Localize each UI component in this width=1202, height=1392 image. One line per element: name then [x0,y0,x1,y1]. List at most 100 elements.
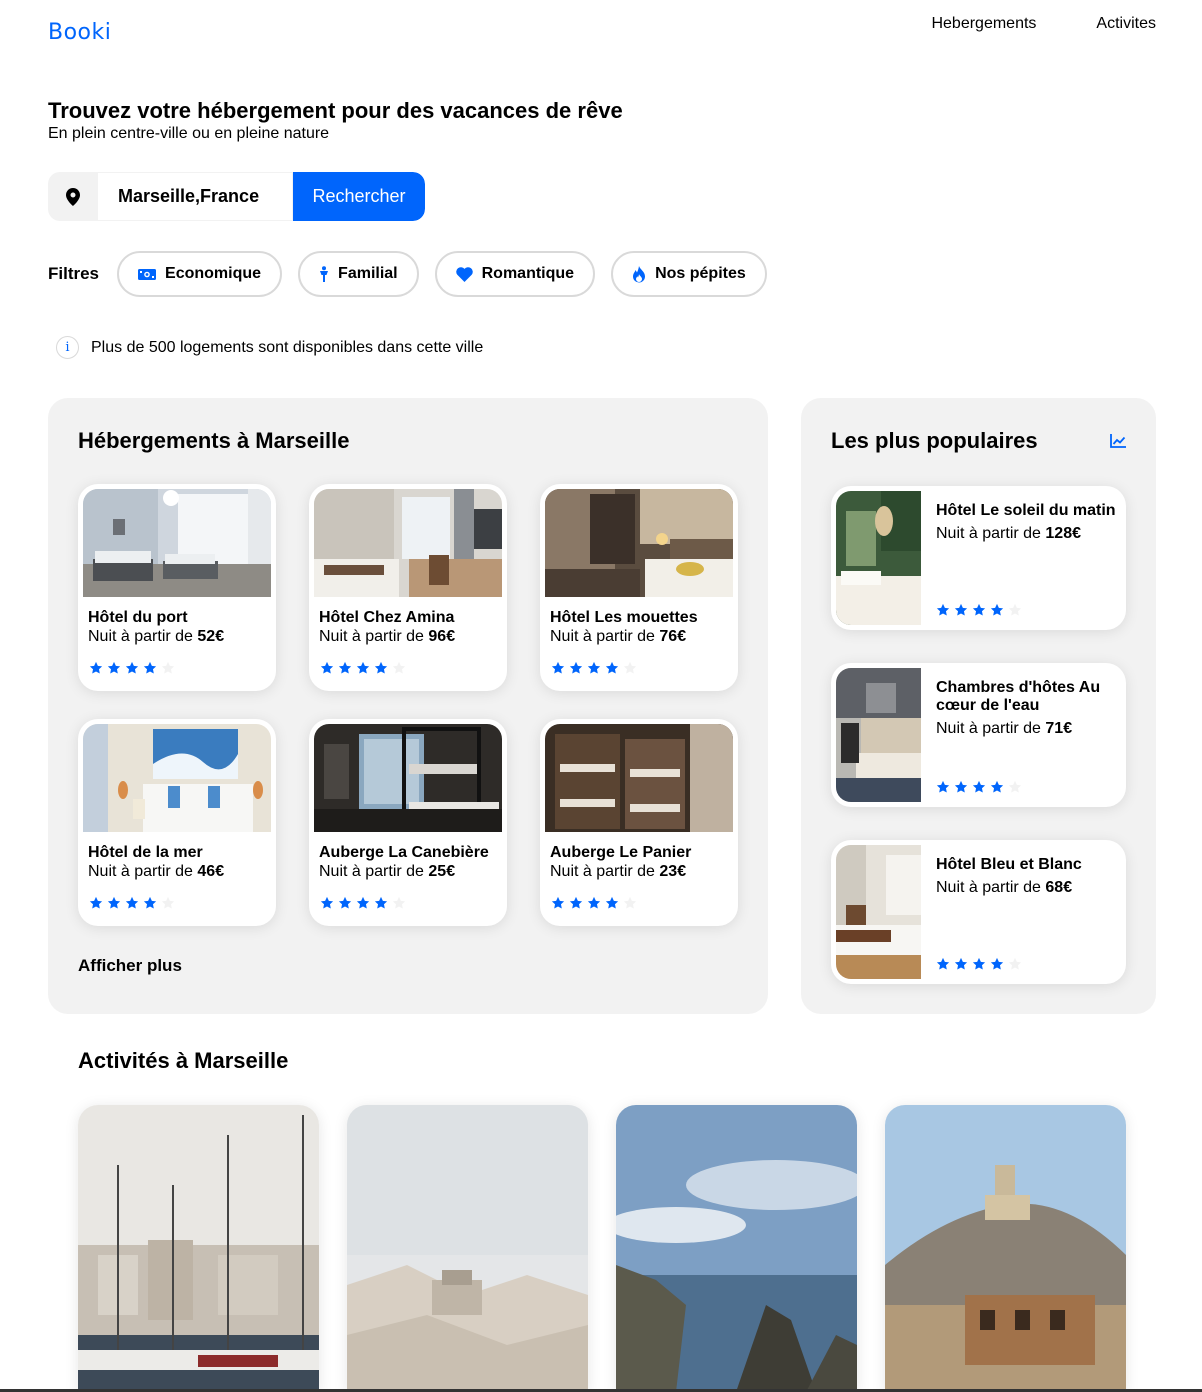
nav-activites-link[interactable]: Activites [1096,15,1156,33]
hotel-price: Nuit à partir de 96€ [319,628,502,646]
star-filled-icon [936,780,950,794]
rating-stars [936,957,1022,971]
price-value: 52€ [197,628,225,645]
hotel-name: Hôtel Le soleil du matin [936,502,1116,519]
hotel-card[interactable]: Hôtel du port Nuit à partir de 52€ [78,484,276,691]
nav-hebergements-link[interactable]: Hebergements [931,15,1036,33]
hotel-name: Auberge La Canebière [319,844,489,861]
star-filled-icon [107,661,121,675]
heart-icon [455,266,473,282]
hotel-price: Nuit à partir de 71€ [936,720,1121,738]
star-filled-icon [990,603,1004,617]
price-prefix: Nuit à partir de [319,863,424,880]
rating-stars [320,896,502,910]
hotel-photo [545,724,733,832]
star-empty-icon [392,896,406,910]
booki-logo[interactable]: Booki [48,20,111,45]
rating-stars [936,780,1022,794]
star-filled-icon [569,661,583,675]
header: Booki Hebergements Activites [0,0,1202,70]
info-icon: i [56,336,79,359]
page-title: Trouvez votre hébergement pour des vacan… [48,98,623,123]
star-empty-icon [161,896,175,910]
star-filled-icon [107,896,121,910]
rating-stars [551,896,733,910]
price-value: 25€ [428,863,456,880]
popular-card-body: Hôtel Le soleil du matin Nuit à partir d… [921,491,1121,625]
activity-card[interactable] [347,1105,588,1392]
hotel-photo [836,845,921,979]
search-input[interactable] [98,172,293,221]
search-bar: Rechercher [48,172,425,221]
star-filled-icon [356,896,370,910]
popular-card-body: Chambres d'hôtes Au cœur de l'eau Nuit à… [921,668,1121,802]
search-button[interactable]: Rechercher [293,172,425,221]
star-filled-icon [125,661,139,675]
filter-label: Economique [165,265,262,282]
price-value: 128€ [1045,525,1081,542]
star-filled-icon [587,661,601,675]
hotel-card[interactable]: Auberge Le Panier Nuit à partir de 23€ [540,719,738,926]
star-filled-icon [954,603,968,617]
filters-label: Filtres [48,264,100,283]
price-prefix: Nuit à partir de [550,863,655,880]
hebergements-section: Hébergements à Marseille Hôtel du port N… [48,398,768,1014]
filter-economique[interactable]: Economique [117,251,283,297]
star-empty-icon [623,896,637,910]
star-filled-icon [587,896,601,910]
child-icon [319,266,329,282]
money-icon [138,268,157,281]
star-filled-icon [954,957,968,971]
hotel-card[interactable]: Hôtel Chez Amina Nuit à partir de 96€ [309,484,507,691]
hotel-name: Hôtel Les mouettes [550,609,698,626]
star-filled-icon [605,661,619,675]
star-empty-icon [1008,957,1022,971]
main-nav: Hebergements Activites [931,15,1156,33]
hotel-price: Nuit à partir de 25€ [319,863,502,881]
star-filled-icon [356,661,370,675]
filter-pepites[interactable]: Nos pépites [611,251,767,297]
filter-familial[interactable]: Familial [298,251,419,297]
star-filled-icon [143,661,157,675]
activity-photo [616,1105,857,1392]
activity-card[interactable] [78,1105,319,1392]
popular-card[interactable]: Chambres d'hôtes Au cœur de l'eau Nuit à… [831,663,1126,807]
popular-card[interactable]: Hôtel Bleu et Blanc Nuit à partir de 68€ [831,840,1126,984]
hotel-name: Hôtel de la mer [88,844,203,861]
price-prefix: Nuit à partir de [936,720,1041,737]
rating-stars [89,896,271,910]
star-filled-icon [569,896,583,910]
star-filled-icon [972,603,986,617]
rating-stars [551,661,733,675]
hotel-card[interactable]: Auberge La Canebière Nuit à partir de 25… [309,719,507,926]
price-prefix: Nuit à partir de [88,628,193,645]
hotel-card[interactable]: Hôtel Les mouettes Nuit à partir de 76€ [540,484,738,691]
hotel-photo [314,489,502,597]
rating-stars [936,603,1022,617]
filter-romantique[interactable]: Romantique [434,251,596,297]
hotel-card[interactable]: Hôtel de la mer Nuit à partir de 46€ [78,719,276,926]
star-empty-icon [1008,780,1022,794]
popular-card[interactable]: Hôtel Le soleil du matin Nuit à partir d… [831,486,1126,630]
trend-chart-icon [1110,434,1126,453]
star-filled-icon [338,896,352,910]
activity-card[interactable] [885,1105,1126,1392]
show-more-link[interactable]: Afficher plus [78,956,182,976]
info-banner: i Plus de 500 logements sont disponibles… [56,336,483,359]
info-text: Plus de 500 logements sont disponibles d… [91,338,484,356]
populaires-title: Les plus populaires [831,428,1038,453]
activity-card[interactable] [616,1105,857,1392]
star-filled-icon [320,896,334,910]
price-value: 46€ [197,863,225,880]
star-filled-icon [551,896,565,910]
star-filled-icon [990,957,1004,971]
star-filled-icon [972,957,986,971]
price-value: 76€ [659,628,687,645]
price-prefix: Nuit à partir de [88,863,193,880]
hotel-price: Nuit à partir de 128€ [936,525,1121,543]
price-prefix: Nuit à partir de [936,525,1041,542]
hotel-photo [83,489,271,597]
rating-stars [89,661,271,675]
location-pin-icon [48,172,98,221]
hotel-price: Nuit à partir de 76€ [550,628,733,646]
